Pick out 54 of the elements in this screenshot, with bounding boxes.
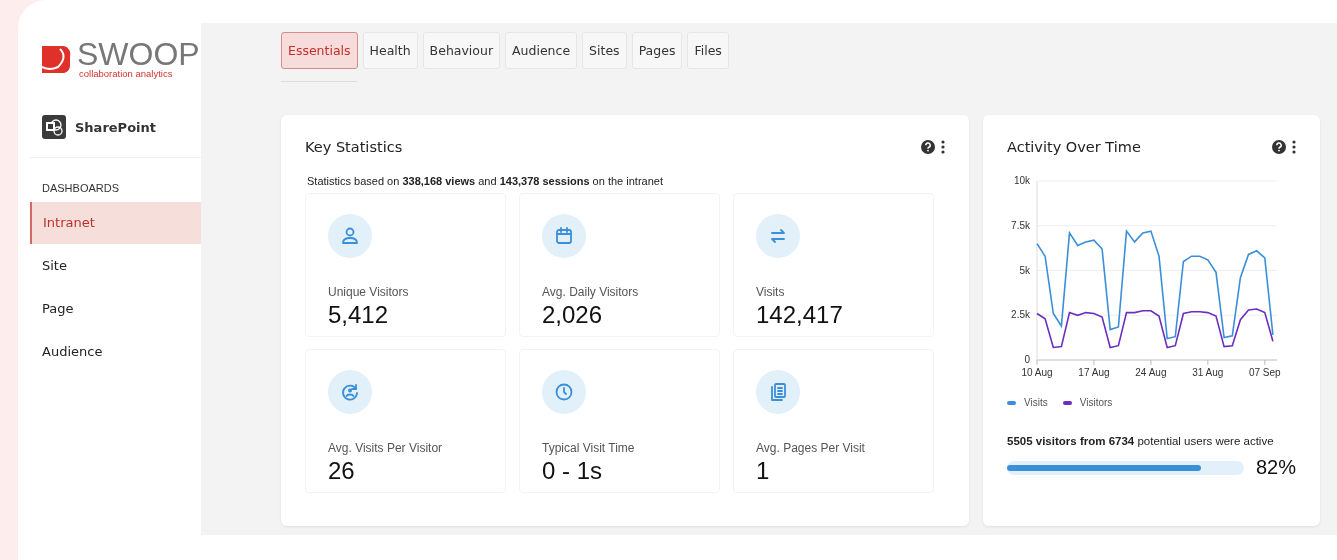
axis-label: 17 Aug: [1078, 367, 1110, 378]
axis-label: 10k: [1013, 175, 1030, 186]
stat-value: 1: [756, 457, 771, 485]
card-title: Activity Over Time: [1007, 139, 1141, 155]
stat-label: Typical Visit Time: [542, 441, 636, 455]
sidebar-item[interactable]: Audience: [30, 331, 201, 373]
progress-reading: 82%: [1255, 456, 1296, 479]
sidebar-item[interactable]: Site: [30, 245, 201, 287]
tab[interactable]: Health: [362, 32, 418, 69]
sidebar-item[interactable]: Page: [30, 288, 201, 330]
tab[interactable]: Behaviour: [422, 32, 501, 69]
clock-icon: [553, 381, 575, 403]
stat-value: 2,026: [542, 301, 604, 329]
brand-name: SWOOP: [77, 39, 200, 69]
section-heading: DASHBOARDS: [41, 181, 121, 196]
tab[interactable]: Files: [687, 32, 729, 69]
stat-label: Avg. Daily Visitors: [542, 285, 640, 299]
tab[interactable]: Pages: [631, 32, 683, 69]
stat-value: 142,417: [756, 301, 844, 329]
axis-label: 2.5k: [1011, 309, 1030, 321]
person-icon: [339, 225, 361, 247]
brand-tagline: collaboration analytics: [79, 69, 174, 79]
stat-label: Avg. Pages Per Visit: [756, 441, 866, 455]
axis-label: 5k: [1019, 264, 1030, 276]
product-name: SharePoint: [75, 119, 156, 135]
legend-label: Visitors: [1079, 397, 1113, 408]
stat-value: 5,412: [328, 301, 390, 329]
legend-label: Visits: [1024, 397, 1048, 408]
axis-label: 07 Sep: [1248, 367, 1281, 378]
sidebar-item[interactable]: Intranet: [30, 202, 201, 244]
logo-icon: [40, 43, 72, 75]
statistics-summary: Statistics based on 338,168 views and 143,378 sessions on the intranet: [307, 175, 664, 187]
tab[interactable]: Audience: [505, 32, 578, 69]
stat-label: Avg. Visits Per Visitor: [328, 441, 444, 455]
more-icon[interactable]: [941, 140, 945, 154]
stat-value: 0 - 1s: [542, 457, 604, 485]
sharepoint-icon: [42, 115, 66, 139]
stat-label: Unique Visitors: [328, 285, 410, 299]
axis-label: 24 Aug: [1135, 367, 1167, 378]
calendar-icon: [553, 225, 575, 247]
axis-label: 7.5k: [1011, 219, 1030, 231]
tab[interactable]: Sites: [582, 32, 627, 69]
more-icon[interactable]: [1292, 140, 1296, 154]
stat-label: Visits: [756, 285, 786, 299]
tab[interactable]: Essentials: [281, 32, 358, 69]
active-users-summary: 5505 visitors from 6734 potential users were active: [1007, 435, 1275, 447]
help-icon[interactable]: [921, 140, 935, 154]
axis-label: 10 Aug: [1021, 367, 1053, 378]
user-refresh-icon: [339, 381, 361, 403]
help-icon[interactable]: [1272, 140, 1286, 154]
axis-label: 31 Aug: [1192, 367, 1224, 378]
card-title: Key Statistics: [305, 139, 403, 155]
stat-value: 26: [328, 457, 356, 485]
axis-label: 0: [1024, 354, 1030, 365]
